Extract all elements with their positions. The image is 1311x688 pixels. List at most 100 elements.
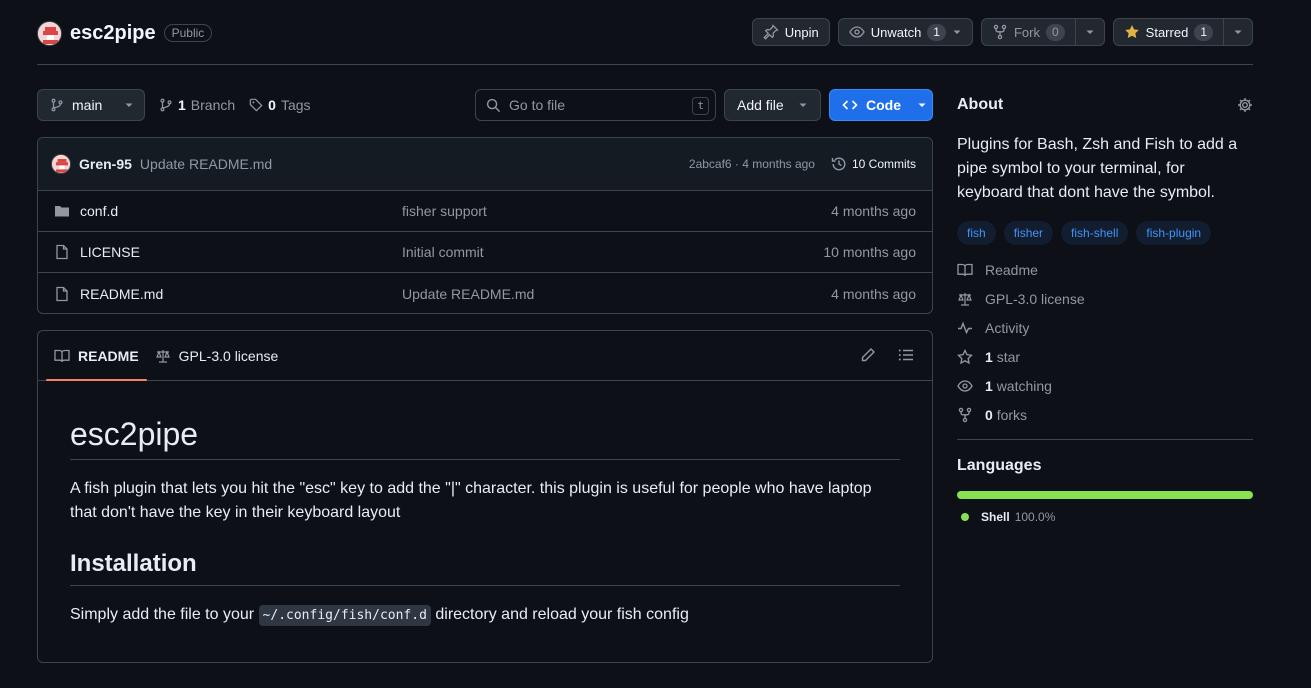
file-row[interactable]: README.md Update README.md 4 months ago [38,273,932,313]
latest-commit-bar: Gren-95 Update README.md 2abcaf6 · 4 mon… [38,138,932,191]
branch-label: Branch [190,97,236,113]
add-file-button[interactable]: Add file [724,89,821,121]
install-text-pre: Simply add the file to your [70,606,259,623]
watchers-link[interactable]: 1 watching [957,371,1253,400]
star-dropdown[interactable] [1223,19,1252,45]
commit-message[interactable]: Update README.md [140,156,272,172]
owner-avatar[interactable] [37,20,62,46]
fork-icon [957,407,973,423]
activity-link-label: Activity [985,319,1030,336]
code-label: Code [866,97,901,113]
file-row[interactable]: conf.d fisher support 4 months ago [38,191,932,232]
star-filled-icon [1124,24,1140,40]
fork-dropdown[interactable] [1074,19,1104,45]
chevron-down-icon [124,100,134,110]
branch-count: 1 [178,97,186,113]
search-icon [486,98,501,113]
topic-tag[interactable]: fisher [1003,221,1054,245]
fork-icon [992,24,1008,40]
license-link[interactable]: GPL-3.0 license [957,284,1253,313]
readme-tools [860,347,914,363]
fork-label: Fork [1013,24,1040,40]
file-row[interactable]: LICENSE Initial commit 10 months ago [38,232,932,273]
file-date: 4 months ago [831,203,916,219]
branch-name: main [72,97,103,113]
author-avatar[interactable] [51,154,71,174]
topic-tag[interactable]: fish-shell [1061,221,1129,245]
forks-count: 0 [985,406,993,423]
watching-count: 1 [985,377,993,394]
eye-icon [848,24,865,40]
unwatch-button[interactable]: Unwatch 1 [837,18,973,46]
stars-link[interactable]: 1 star [957,342,1253,371]
branches-link[interactable]: 1 Branch [159,97,235,113]
license-link-label: GPL-3.0 license [985,290,1085,307]
file-name[interactable]: LICENSE [80,244,402,260]
tag-icon [249,98,263,112]
branch-tag-info: 1 Branch 0 Tags [159,89,311,121]
unpin-button[interactable]: Unpin [751,18,830,46]
tab-readme[interactable]: README [46,331,147,381]
language-bar [957,491,1253,499]
install-text-post: directory and reload your fish config [430,606,689,623]
tab-license[interactable]: GPL-3.0 license [147,331,287,380]
readme-panel: README GPL-3.0 license esc2pipe A fish p… [37,330,933,663]
commit-meta[interactable]: 2abcaf6 · 4 months ago [689,157,815,171]
chevron-down-icon [1233,27,1243,37]
go-to-file-placeholder: Go to file [509,97,566,113]
pulse-icon [957,320,973,336]
languages-heading: Languages [957,457,1042,474]
file-browser: Gren-95 Update README.md 2abcaf6 · 4 mon… [37,137,933,314]
topic-list: fish fisher fish-shell fish-plugin [957,221,1253,245]
watch-counter: 1 [927,23,946,41]
commit-author[interactable]: Gren-95 [79,156,132,172]
topic-tag[interactable]: fish-plugin [1136,221,1212,245]
gear-icon[interactable] [1237,97,1253,113]
book-icon [957,262,973,278]
code-button[interactable]: Code [829,89,933,121]
readme-install-text: Simply add the file to your ~/.config/fi… [70,603,900,628]
language-color-dot [961,513,969,521]
commits-link[interactable]: 10 Commits [831,156,916,172]
about-sidebar: About Plugins for Bash, Zsh and Fish to … [957,89,1253,524]
tags-link[interactable]: 0 Tags [249,97,311,113]
tab-license-label: GPL-3.0 license [178,347,279,364]
shortcut-key: t [692,97,709,115]
tag-count: 0 [268,97,276,113]
pencil-icon[interactable] [860,347,876,363]
starred-button[interactable]: Starred 1 [1112,18,1253,46]
branch-icon [50,98,64,112]
readme-title: esc2pipe [70,381,900,460]
file-name[interactable]: README.md [80,286,402,302]
starred-label: Starred [1145,24,1189,40]
folder-icon [54,203,70,219]
activity-link[interactable]: Activity [957,313,1253,342]
list-icon[interactable] [898,347,914,363]
repo-name[interactable]: esc2pipe [70,22,156,45]
tag-label: Tags [280,97,311,113]
file-date: 4 months ago [831,285,916,302]
code-icon [842,97,858,113]
history-icon [831,156,847,172]
topic-tag[interactable]: fish [957,221,996,245]
go-to-file-input[interactable]: Go to file t [475,89,716,121]
fork-button[interactable]: Fork 0 [980,18,1105,46]
about-heading: About [957,96,1004,113]
file-name[interactable]: conf.d [80,203,402,219]
branch-select-button[interactable]: main [37,89,145,121]
file-icon [54,244,70,260]
commits-count: 10 Commits [851,157,916,171]
scale-icon [957,291,973,307]
fork-counter: 0 [1045,23,1065,41]
unwatch-label: Unwatch [870,24,922,40]
readme-link[interactable]: Readme [957,255,1253,284]
unpin-label: Unpin [784,24,819,40]
file-commit-message[interactable]: Initial commit [402,244,484,260]
forks-link[interactable]: 0 forks [957,400,1253,429]
language-item[interactable]: Shell 100.0% [957,510,1253,524]
star-icon [957,348,973,365]
install-path-code: ~/.config/fish/conf.d [258,605,431,626]
pin-icon [763,24,779,40]
file-commit-message[interactable]: fisher support [402,203,487,219]
file-commit-message[interactable]: Update README.md [402,286,534,302]
